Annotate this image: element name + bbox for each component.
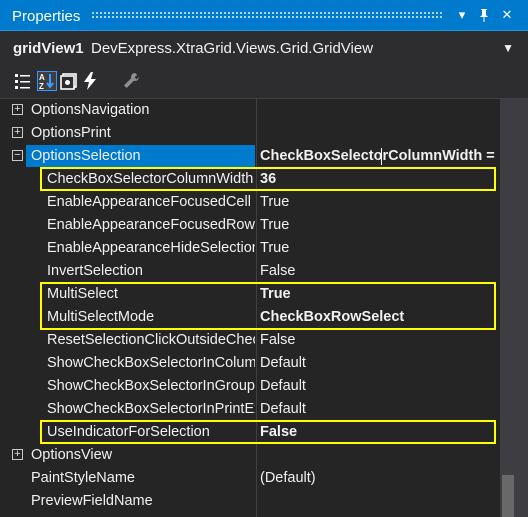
property-value[interactable]: False (260, 263, 496, 279)
property-value[interactable]: (Default) (260, 470, 496, 486)
highlight-box-useindicatorforselection (40, 420, 496, 444)
object-selector[interactable]: gridView1 DevExpress.XtraGrid.Views.Grid… (0, 31, 528, 64)
property-name: EnableAppearanceHideSelection (47, 240, 255, 256)
property-name: OptionsView (31, 447, 113, 463)
highlight-box-multiselect (40, 282, 496, 330)
property-value[interactable]: Default (260, 355, 496, 371)
vertical-scrollbar[interactable] (500, 99, 528, 517)
property-pages-icon[interactable] (59, 71, 79, 91)
categorized-icon[interactable] (13, 71, 33, 91)
text-caret (381, 148, 382, 165)
properties-title-bar: Properties ▾ ✕ (0, 0, 528, 31)
property-name: InvertSelection (47, 263, 143, 279)
property-row-showcheckboxselectorincolumnheader[interactable]: ShowCheckBoxSelectorInColumnHeader Defau… (0, 352, 500, 375)
property-row-invertselection[interactable]: InvertSelection False (0, 260, 500, 283)
property-name: ShowCheckBoxSelectorInColumnHeader (47, 355, 255, 371)
pin-icon[interactable] (475, 6, 493, 24)
property-row-optionsprint[interactable]: + OptionsPrint (0, 122, 500, 145)
svg-text:A: A (39, 73, 45, 82)
property-name: EnableAppearanceFocusedCell (47, 194, 251, 210)
property-value[interactable]: CheckBoxSelectorColumnWidth = (260, 148, 496, 164)
property-row-resetselectionclickoutsidecheckboxselector[interactable]: ResetSelectionClickOutsideCheckboxSelect… (0, 329, 500, 352)
expand-icon[interactable]: + (12, 127, 23, 138)
scrollbar-thumb[interactable] (502, 475, 514, 517)
property-value[interactable]: True (260, 217, 496, 233)
property-name: ShowCheckBoxSelectorInGroupRow (47, 378, 255, 394)
window-title: Properties (12, 8, 81, 25)
property-row-showcheckboxselectoringrouprow[interactable]: ShowCheckBoxSelectorInGroupRow Default (0, 375, 500, 398)
properties-toolbar: A Z (0, 64, 528, 99)
property-value[interactable]: Default (260, 401, 496, 417)
property-name: OptionsSelection (31, 148, 141, 164)
events-icon[interactable] (80, 71, 100, 91)
property-row-optionsview[interactable]: + OptionsView (0, 444, 500, 467)
expand-icon[interactable]: + (12, 104, 23, 115)
property-value[interactable]: Default (260, 378, 496, 394)
property-name: EnableAppearanceFocusedRow (47, 217, 255, 233)
property-name: ShowCheckBoxSelectorInPrintExport (47, 401, 255, 417)
window-position-dropdown-icon[interactable]: ▾ (453, 6, 471, 24)
property-row-enableappearancefocusedrow[interactable]: EnableAppearanceFocusedRow True (0, 214, 500, 237)
close-icon[interactable]: ✕ (498, 6, 516, 24)
property-name: PreviewFieldName (31, 493, 153, 509)
object-name: gridView1 (13, 40, 84, 57)
property-row-optionsselection[interactable]: − OptionsSelection CheckBoxSelectorColum… (0, 145, 500, 168)
property-value[interactable]: False (260, 332, 496, 348)
property-row-enableappearancefocusedcell[interactable]: EnableAppearanceFocusedCell True (0, 191, 500, 214)
property-value[interactable]: True (260, 240, 496, 256)
property-row-enableappearancehideselection[interactable]: EnableAppearanceHideSelection True (0, 237, 500, 260)
property-name: OptionsNavigation (31, 102, 150, 118)
property-name: ResetSelectionClickOutsideCheckboxSelect… (47, 332, 255, 348)
property-row-optionsnavigation[interactable]: + OptionsNavigation (0, 99, 500, 122)
object-type: DevExpress.XtraGrid.Views.Grid.GridView (91, 40, 374, 57)
alphabetical-icon[interactable]: A Z (37, 71, 57, 91)
property-row-paintstylename[interactable]: PaintStyleName (Default) (0, 467, 500, 490)
property-name: PaintStyleName (31, 470, 135, 486)
property-row-showcheckboxselectorinprintexport[interactable]: ShowCheckBoxSelectorInPrintExport Defaul… (0, 398, 500, 421)
property-value[interactable]: True (260, 194, 496, 210)
property-row-previewfieldname[interactable]: PreviewFieldName (0, 490, 500, 513)
expand-icon[interactable]: + (12, 449, 23, 460)
highlight-box-checkboxselectorcolumnwidth (40, 167, 496, 191)
drag-grip[interactable] (91, 11, 442, 19)
collapse-icon[interactable]: − (12, 150, 23, 161)
property-name: OptionsPrint (31, 125, 111, 141)
chevron-down-icon[interactable]: ▼ (502, 41, 514, 55)
svg-text:Z: Z (39, 82, 44, 90)
property-wrench-icon[interactable] (121, 71, 141, 91)
